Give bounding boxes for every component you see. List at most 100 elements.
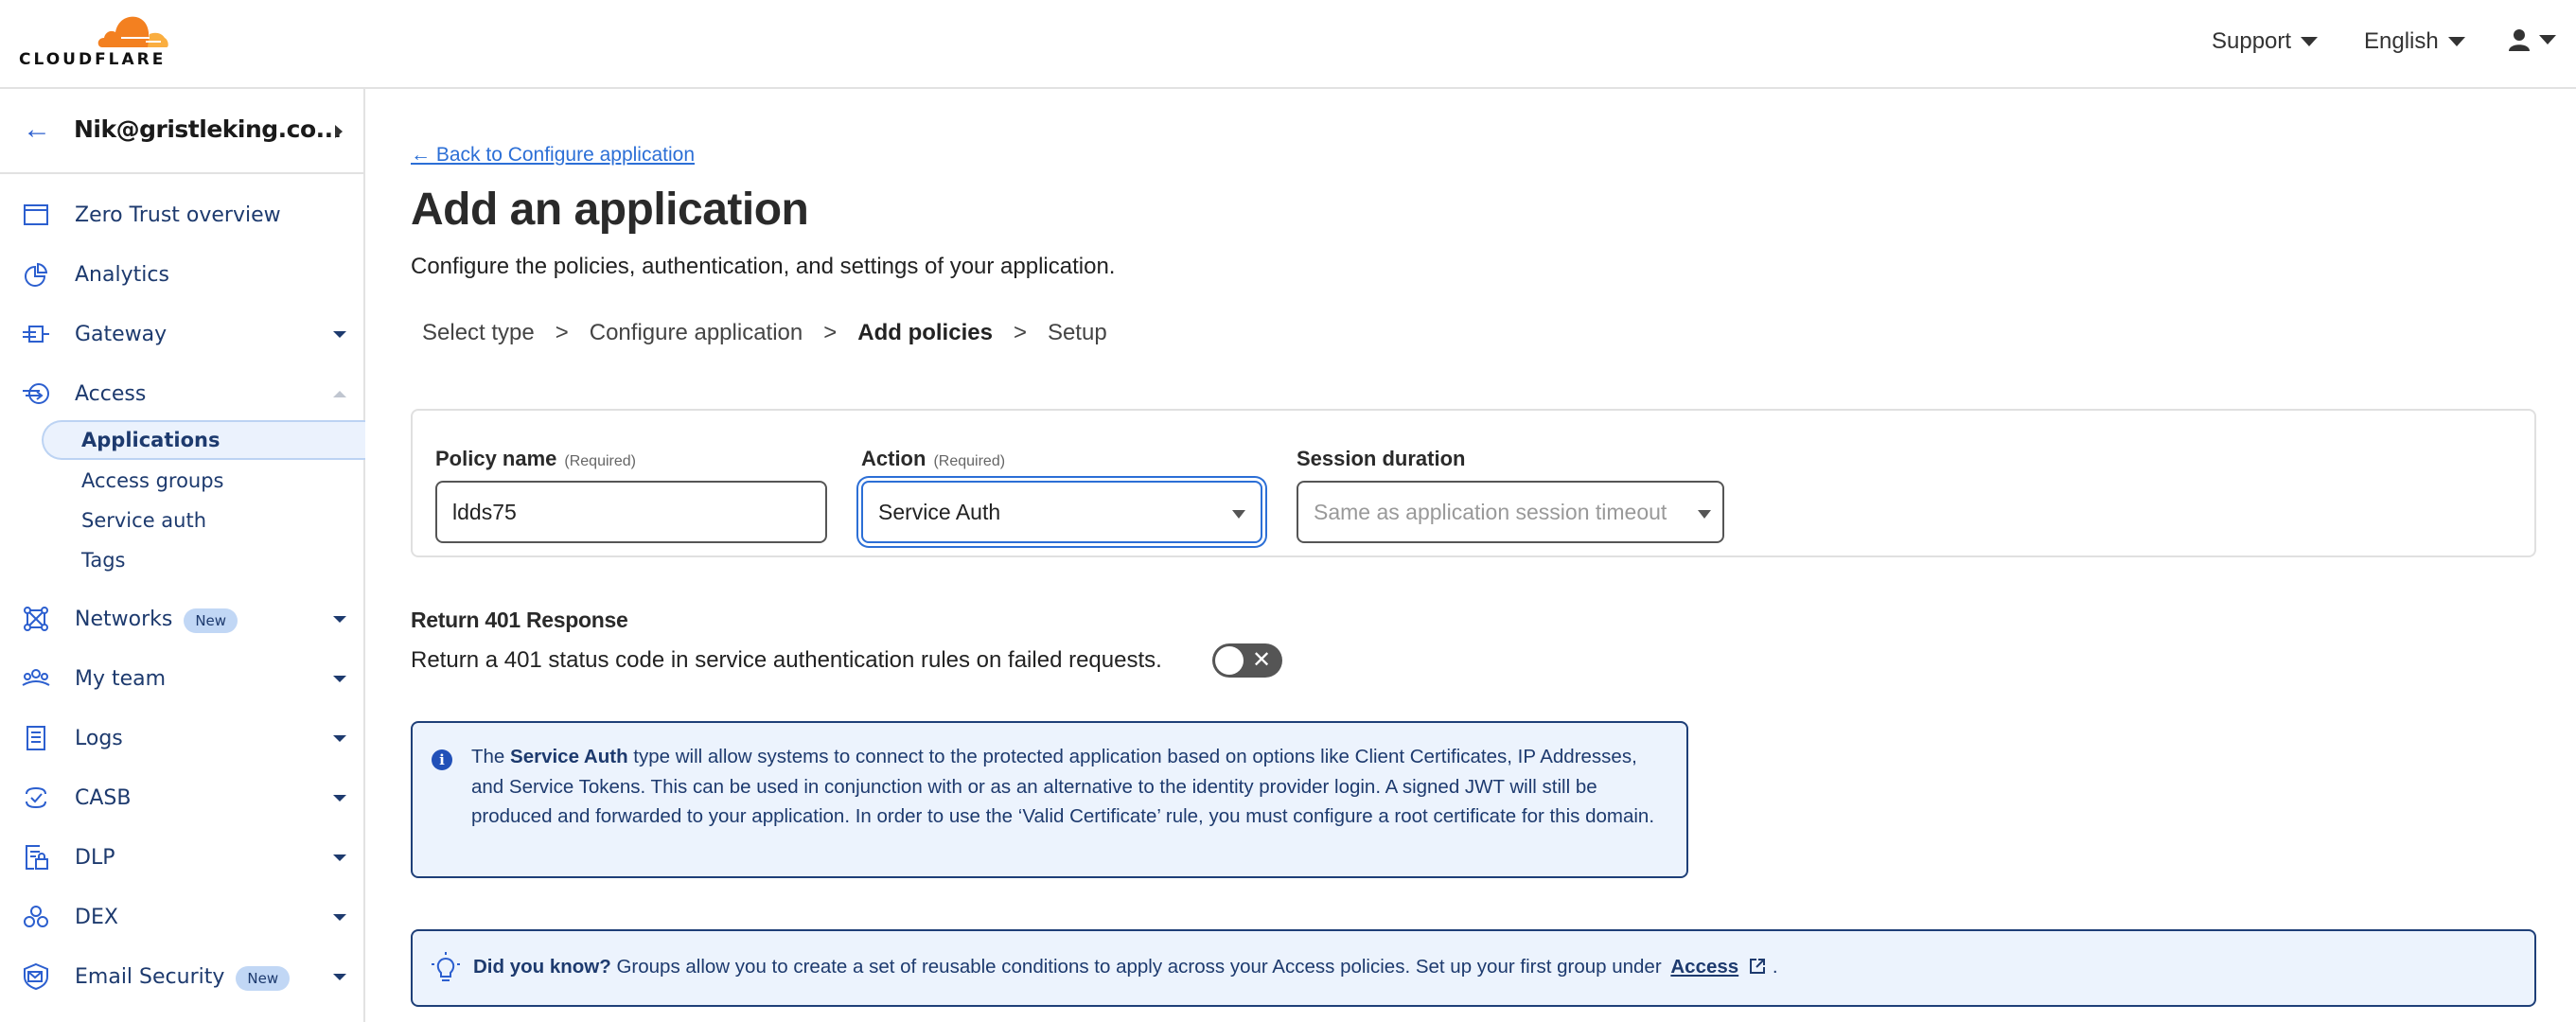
new-badge: New: [184, 608, 238, 633]
sidebar-item-casb[interactable]: CASB: [0, 774, 363, 821]
logs-icon: [26, 726, 45, 750]
return-401-description: Return a 401 status code in service auth…: [411, 647, 1162, 673]
external-link-icon[interactable]: [1748, 957, 1767, 976]
sidebar-item-label: Email Security New: [75, 964, 291, 991]
sidebar-item-dex[interactable]: DEX: [0, 893, 363, 941]
wizard-steps: Select type > Configure application > Ad…: [422, 320, 1107, 346]
account-switcher[interactable]: ← Nik@gristleking.co...: [0, 89, 363, 174]
policy-name-label: Policy name (Required): [435, 447, 636, 471]
tip-text: Did you know? Groups allow you to create…: [473, 956, 1778, 978]
caret-down-icon: [2539, 35, 2556, 44]
sidebar-item-logs[interactable]: Logs: [0, 714, 363, 762]
close-x-icon: ✕: [1252, 647, 1272, 673]
sidebar-subitem-label: Tags: [81, 549, 126, 572]
sidebar-item-label: Zero Trust overview: [75, 203, 281, 227]
pie-chart-icon: [25, 262, 48, 287]
info-text: The Service Auth type will allow systems…: [471, 742, 1664, 832]
chevron-down-icon: [333, 675, 346, 682]
tip-lead: Did you know?: [473, 956, 611, 978]
sidebar-item-label: Networks New: [75, 607, 238, 633]
step-add-policies: Add policies: [857, 320, 993, 345]
sidebar-subitem-label: Service auth: [81, 509, 207, 532]
sidebar-item-dlp[interactable]: DLP: [0, 834, 363, 881]
cloudflare-logo[interactable]: CLOUDFLARE: [19, 11, 170, 69]
top-header: CLOUDFLARE Support English: [0, 0, 2576, 89]
gateway-icon: [23, 326, 49, 343]
dlp-icon: [26, 845, 48, 870]
sidebar-subitem-applications[interactable]: Applications: [42, 420, 365, 460]
sidebar-item-label: Logs: [75, 726, 123, 750]
session-duration-label: Session duration: [1297, 447, 1466, 470]
chevron-down-icon: [333, 794, 346, 802]
user-menu[interactable]: [2509, 28, 2556, 51]
info-icon: i: [432, 749, 452, 770]
sidebar-item-analytics[interactable]: Analytics: [0, 251, 363, 298]
caret-down-icon: [2301, 37, 2319, 46]
chevron-down-icon: [333, 913, 346, 921]
sidebar-subitem-service-auth[interactable]: Service auth: [42, 501, 365, 540]
network-icon: [24, 607, 48, 631]
access-link[interactable]: Access: [1670, 956, 1738, 978]
action-select[interactable]: Service Auth: [861, 481, 1262, 543]
policy-name-label-text: Policy name: [435, 447, 557, 470]
required-hint: (Required): [564, 453, 636, 469]
required-hint: (Required): [933, 453, 1006, 469]
step-separator: >: [823, 320, 838, 345]
policy-name-value: ldds75: [452, 499, 517, 524]
sidebar-item-label: CASB: [75, 785, 132, 810]
dex-icon: [24, 906, 48, 927]
new-badge: New: [236, 965, 291, 991]
email-shield-icon: [24, 962, 48, 991]
caret-right-icon: [335, 125, 343, 138]
chevron-up-icon: [333, 390, 346, 397]
support-label: Support: [2212, 28, 2292, 54]
step-select-type[interactable]: Select type: [422, 320, 535, 346]
sidebar-item-text: Networks: [75, 607, 173, 631]
sidebar-item-label: DEX: [75, 905, 118, 929]
sidebar-item-text: Email Security: [75, 964, 225, 989]
step-separator: >: [555, 320, 569, 345]
page-title: Add an application: [411, 185, 809, 235]
policy-name-input[interactable]: ldds75: [435, 481, 827, 543]
action-label: Action (Required): [861, 447, 1005, 471]
back-arrow-icon[interactable]: ←: [23, 115, 51, 144]
casb-icon: [26, 786, 46, 809]
language-label: English: [2364, 28, 2439, 54]
language-menu[interactable]: English: [2364, 28, 2465, 55]
action-value: Service Auth: [878, 499, 1001, 524]
info-prefix: The: [471, 746, 511, 767]
chevron-down-icon: [333, 973, 346, 980]
action-label-text: Action: [861, 447, 926, 470]
tip-body: Groups allow you to create a set of reus…: [610, 956, 1662, 978]
caret-down-icon: [1232, 510, 1245, 519]
sidebar-item-label: Gateway: [75, 322, 168, 346]
sidebar-item-gateway[interactable]: Gateway: [0, 310, 363, 358]
sidebar-item-zero-trust-overview[interactable]: Zero Trust overview: [0, 191, 363, 238]
service-auth-info-box: i The Service Auth type will allow syste…: [411, 721, 1688, 878]
tip-suffix: .: [1767, 956, 1778, 978]
return-401-toggle[interactable]: ✕: [1212, 643, 1282, 678]
info-bold: Service Auth: [510, 746, 628, 767]
support-menu[interactable]: Support: [2212, 28, 2319, 55]
sidebar-item-access[interactable]: Access: [0, 370, 363, 417]
step-setup: Setup: [1047, 320, 1107, 345]
session-duration-select[interactable]: Same as application session timeout: [1297, 481, 1724, 543]
toggle-knob: [1215, 646, 1244, 675]
lightbulb-icon: [432, 952, 460, 981]
chevron-down-icon: [333, 734, 346, 742]
step-configure-application[interactable]: Configure application: [590, 320, 803, 346]
sidebar-item-networks[interactable]: Networks New: [0, 595, 363, 643]
sidebar-subitem-access-groups[interactable]: Access groups: [42, 461, 365, 501]
browser-window-icon: [24, 204, 48, 225]
step-separator: >: [1013, 320, 1027, 345]
sidebar-subitem-label: Access groups: [81, 469, 224, 492]
logo-text: CLOUDFLARE: [19, 50, 167, 69]
sidebar-subitem-tags[interactable]: Tags: [42, 540, 365, 580]
policy-card: Policy name (Required) ldds75 Action (Requ…: [411, 409, 2536, 557]
access-icon: [23, 383, 49, 404]
sidebar-item-my-team[interactable]: My team: [0, 655, 363, 702]
caret-down-icon: [2447, 37, 2465, 46]
session-duration-value: Same as application session timeout: [1314, 499, 1667, 524]
sidebar-item-email-security[interactable]: Email Security New: [0, 953, 363, 1000]
back-to-configure-link[interactable]: ← Back to Configure application: [411, 144, 695, 167]
